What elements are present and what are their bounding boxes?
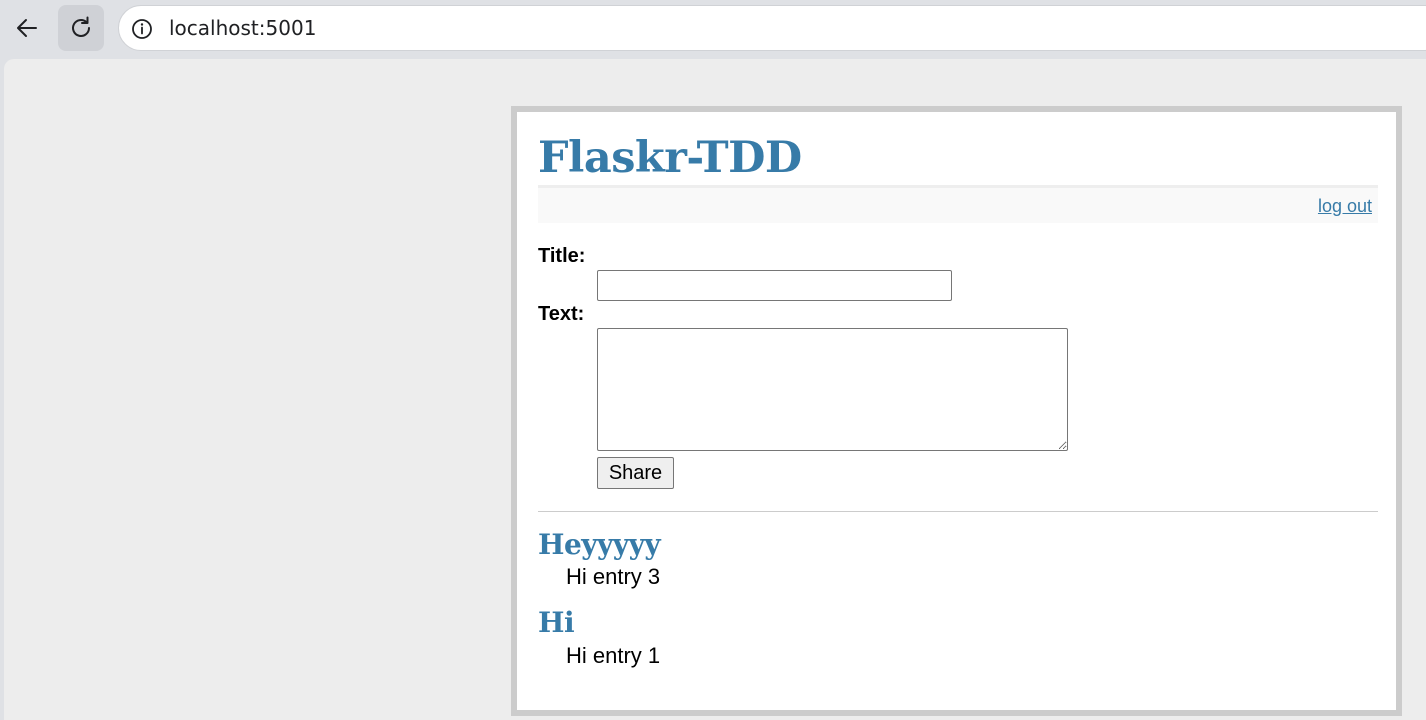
share-button[interactable]: Share	[597, 457, 674, 489]
entry-text: Hi entry 1	[566, 643, 661, 668]
back-button[interactable]	[4, 5, 50, 51]
text-label: Text:	[538, 303, 585, 325]
browser-toolbar: localhost:5001	[0, 0, 1426, 58]
entry-title: Heyyyyy	[538, 528, 661, 561]
page-container: Flaskr-TDD log out Title: Text: Share He…	[511, 106, 1402, 716]
title-input[interactable]	[597, 270, 952, 301]
entry-title: Hi	[538, 606, 575, 639]
title-label: Title:	[538, 245, 586, 267]
url-text[interactable]: localhost:5001	[169, 6, 316, 50]
site-title: Flaskr-TDD	[538, 133, 802, 183]
reload-button[interactable]	[58, 5, 104, 51]
text-textarea[interactable]	[597, 328, 1068, 451]
logout-link[interactable]: log out	[1318, 196, 1372, 217]
entry-text: Hi entry 3	[566, 564, 661, 589]
back-arrow-icon	[17, 19, 37, 37]
reload-icon	[72, 16, 90, 37]
metanav: log out	[538, 188, 1378, 223]
browser-viewport: Flaskr-TDD log out Title: Text: Share He…	[4, 59, 1426, 720]
info-icon[interactable]	[131, 18, 153, 40]
address-bar[interactable]: localhost:5001	[118, 5, 1426, 51]
entries-divider	[538, 511, 1378, 512]
